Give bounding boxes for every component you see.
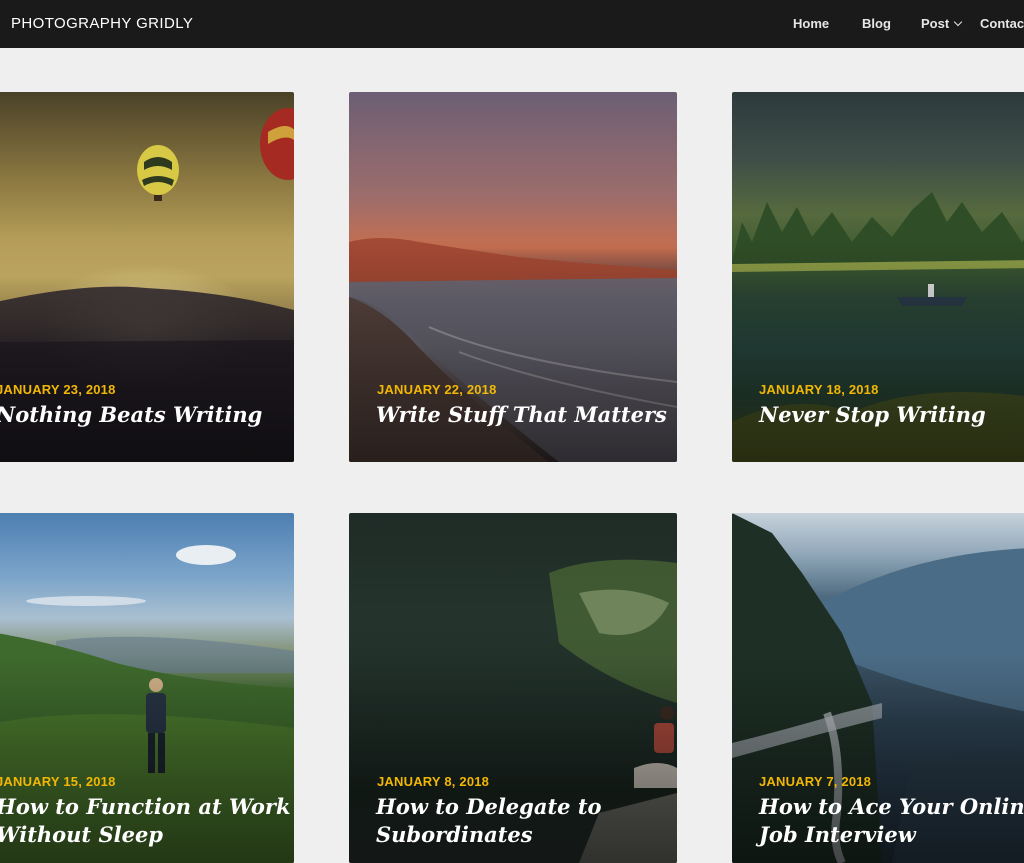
post-card[interactable]: JANUARY 7, 2018 How to Ace Your Online J… <box>732 513 1024 863</box>
post-title-line2[interactable]: Without Sleep <box>0 821 163 849</box>
post-title[interactable]: How to Function at Work <box>0 793 291 821</box>
nav-post[interactable]: Post <box>921 16 963 31</box>
site-header: PHOTOGRAPHY GRIDLY Home Blog Post Contac… <box>0 0 1024 48</box>
post-card[interactable]: JANUARY 15, 2018 How to Function at Work… <box>0 513 294 863</box>
post-card[interactable]: JANUARY 22, 2018 Write Stuff That Matter… <box>349 92 677 462</box>
post-card[interactable]: JANUARY 23, 2018 Nothing Beats Writing <box>0 92 294 462</box>
post-title-line2[interactable]: Subordinates <box>376 821 533 849</box>
post-title-line2[interactable]: Job Interview <box>759 821 916 849</box>
nav-home[interactable]: Home <box>793 16 829 31</box>
post-date: JANUARY 7, 2018 <box>759 774 872 789</box>
post-title[interactable]: How to Ace Your Online <box>759 793 1024 821</box>
post-card[interactable]: JANUARY 8, 2018 How to Delegate to Subor… <box>349 513 677 863</box>
post-date: JANUARY 22, 2018 <box>377 382 497 397</box>
post-date: JANUARY 8, 2018 <box>377 774 490 789</box>
nav-blog[interactable]: Blog <box>862 16 891 31</box>
post-date: JANUARY 15, 2018 <box>0 774 116 789</box>
nav-contact[interactable]: Contact <box>980 16 1024 31</box>
post-title[interactable]: Write Stuff That Matters <box>376 401 667 429</box>
nav-post-label: Post <box>921 16 950 31</box>
site-title[interactable]: PHOTOGRAPHY GRIDLY <box>11 15 193 32</box>
post-date: JANUARY 23, 2018 <box>0 382 116 397</box>
post-title[interactable]: Nothing Beats Writing <box>0 401 262 429</box>
post-title[interactable]: Never Stop Writing <box>759 401 986 429</box>
chevron-down-icon <box>953 17 963 27</box>
post-card[interactable]: JANUARY 18, 2018 Never Stop Writing <box>732 92 1024 462</box>
post-date: JANUARY 18, 2018 <box>759 382 879 397</box>
post-title[interactable]: How to Delegate to <box>376 793 602 821</box>
